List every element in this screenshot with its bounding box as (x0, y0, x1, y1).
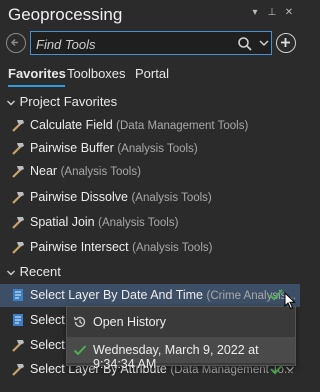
tool-name: Select Layer By Date And Time (30, 288, 204, 302)
tool-name: Pairwise Intersect (30, 240, 129, 254)
active-tab-underline (8, 85, 65, 87)
search-row (4, 31, 296, 55)
tool-row[interactable]: Spatial Join (Analysis Tools) (0, 211, 300, 234)
title-bar: Geoprocessing ▾ ⊥ ✕ (0, 0, 300, 30)
tool-name: Pairwise Dissolve (30, 190, 128, 204)
tool-toolbox: (Analysis Tools) (131, 192, 212, 204)
tool-toolbox: (Analysis Tools) (132, 242, 213, 254)
chevron-down-icon[interactable] (259, 38, 269, 48)
hammer-icon (12, 143, 24, 155)
history-icon (73, 316, 86, 328)
search-input[interactable] (36, 36, 206, 52)
section-header-recent[interactable]: Recent (6, 264, 61, 279)
hammer-icon (12, 166, 24, 178)
back-button[interactable] (6, 33, 26, 53)
pin-icon[interactable]: ⊥ (267, 8, 277, 18)
tool-name: Spatial Join (30, 215, 95, 229)
hammer-icon (12, 242, 24, 254)
menu-item-open-history[interactable]: Open History (67, 309, 295, 335)
arrow-left-icon (10, 38, 18, 47)
tool-row[interactable]: Pairwise Buffer (Analysis Tools) (0, 137, 300, 160)
tab-favorites[interactable]: Favorites (8, 66, 66, 81)
section-header-label: Project Favorites (19, 94, 118, 109)
plus-icon (281, 38, 290, 47)
pane-controls: ▾ ⊥ ✕ (250, 8, 294, 18)
menu-item-label: Wednesday, March 9, 2022 at 9:34:34 AM (93, 343, 259, 371)
options-dropdown-icon[interactable]: ▾ (250, 8, 260, 18)
tool-toolbox: (Analysis Tools) (60, 166, 141, 178)
section-header-project-favorites[interactable]: Project Favorites (6, 94, 117, 109)
hammer-icon (12, 120, 24, 132)
search-icon[interactable] (237, 36, 253, 52)
context-menu: Open History Wednesday, March 9, 2022 at… (66, 306, 296, 371)
hammer-icon (12, 364, 24, 376)
hammer-icon (12, 192, 24, 204)
tool-row[interactable]: Pairwise Dissolve (Analysis Tools) (0, 186, 300, 209)
menu-item-run-timestamp[interactable]: Wednesday, March 9, 2022 at 9:34:34 AM (67, 337, 295, 371)
tool-row-selected[interactable]: Select Layer By Date And Time (Crime Ana… (0, 284, 300, 307)
script-tool-icon (13, 289, 23, 301)
check-icon (73, 345, 87, 356)
add-button[interactable] (276, 33, 296, 53)
tool-row[interactable]: Calculate Field (Data Management Tools) (0, 114, 300, 137)
hammer-icon (12, 340, 24, 352)
tool-toolbox: (Data Management Tools) (116, 120, 249, 132)
tool-name: Pairwise Buffer (30, 141, 114, 155)
search-box[interactable] (30, 31, 272, 55)
tool-toolbox: (Analysis Tools) (117, 143, 198, 155)
tool-name: Calculate Field (30, 118, 113, 132)
tool-row[interactable]: Pairwise Intersect (Analysis Tools) (0, 236, 300, 259)
script-tool-icon (13, 314, 23, 326)
tab-portal[interactable]: Portal (135, 66, 169, 81)
tab-toolboxes[interactable]: Toolboxes (67, 66, 126, 81)
section-header-label: Recent (19, 264, 61, 279)
menu-item-label: Open History (93, 315, 166, 329)
tool-toolbox: (Analysis Tools) (98, 217, 179, 229)
chevron-down-icon (7, 100, 15, 106)
hammer-icon (12, 217, 24, 229)
check-icon (269, 289, 283, 301)
mouse-cursor-icon (284, 292, 296, 310)
close-icon[interactable]: ✕ (284, 8, 294, 18)
pane-title: Geoprocessing (8, 5, 123, 24)
tool-row[interactable]: Near (Analysis Tools) (0, 160, 300, 183)
chevron-down-icon (7, 270, 15, 276)
tool-name: Near (30, 164, 58, 178)
